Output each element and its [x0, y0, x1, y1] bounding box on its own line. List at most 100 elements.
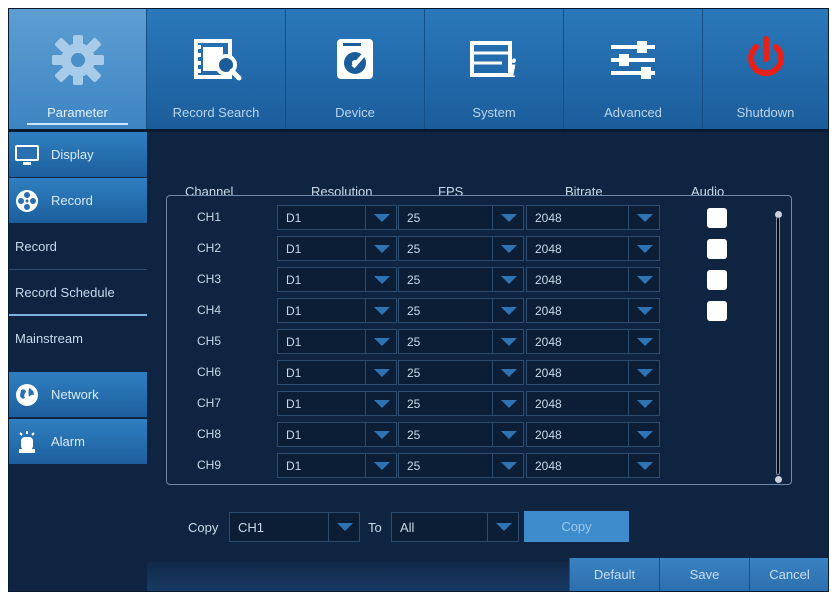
sidebar-item-display[interactable]: Display	[9, 132, 147, 178]
channel-cell: CH5	[197, 334, 222, 348]
chevron-down-icon	[628, 392, 659, 415]
resolution-select-value: D1	[286, 304, 302, 318]
chevron-down-icon	[492, 268, 523, 291]
chevron-down-icon	[365, 361, 396, 384]
disk-icon	[337, 39, 373, 79]
fps-select-value: 25	[407, 397, 421, 411]
copy-to-label: To	[368, 520, 382, 535]
nav-device[interactable]: Device	[286, 9, 425, 129]
chevron-down-icon	[628, 361, 659, 384]
resolution-select[interactable]: D1	[277, 267, 397, 292]
bitrate-select[interactable]: 2048	[526, 298, 660, 323]
channel-cell: CH3	[197, 272, 222, 286]
resolution-select[interactable]: D1	[277, 391, 397, 416]
sidebar-item-record[interactable]: Record	[9, 178, 147, 224]
scrollbar-thumb[interactable]	[776, 217, 780, 475]
bitrate-select[interactable]: 2048	[526, 453, 660, 478]
bitrate-select[interactable]: 2048	[526, 205, 660, 230]
chevron-down-icon	[365, 392, 396, 415]
resolution-select[interactable]: D1	[277, 236, 397, 261]
sidebar-subitem-label: Record	[15, 239, 57, 254]
resolution-select[interactable]: D1	[277, 453, 397, 478]
chevron-down-icon	[492, 392, 523, 415]
table-row: CH9 D1 25 2048	[167, 450, 791, 481]
sidebar-item-alarm[interactable]: Alarm	[9, 419, 147, 465]
chevron-down-icon	[365, 330, 396, 353]
resolution-select[interactable]: D1	[277, 205, 397, 230]
audio-checkbox[interactable]	[707, 270, 727, 290]
default-button[interactable]: Default	[569, 558, 659, 591]
nav-label: System	[472, 105, 516, 120]
resolution-select[interactable]: D1	[277, 422, 397, 447]
sidebar-item-label: Display	[51, 147, 94, 162]
copy-button[interactable]: Copy	[524, 511, 629, 542]
fps-select[interactable]: 25	[398, 391, 524, 416]
fps-select-value: 25	[407, 273, 421, 287]
channel-cell: CH1	[197, 210, 222, 224]
fps-select[interactable]: 25	[398, 236, 524, 261]
mainstream-panel: Channel Resolution FPS Bitrate Audio CH1…	[147, 132, 828, 591]
cancel-button[interactable]: Cancel	[749, 558, 828, 591]
bitrate-select-value: 2048	[535, 273, 562, 287]
copy-from-value: CH1	[238, 520, 265, 535]
fps-select[interactable]: 25	[398, 205, 524, 230]
alarm-light-icon	[19, 431, 35, 453]
nav-shutdown[interactable]: Shutdown	[703, 9, 828, 129]
table-row: CH3 D1 25 2048	[167, 264, 791, 295]
top-navigation: Parameter Record Search Device i System …	[9, 9, 828, 129]
globe-icon	[16, 384, 38, 406]
bitrate-select[interactable]: 2048	[526, 267, 660, 292]
sidebar-item-network[interactable]: Network	[9, 372, 147, 418]
fps-select[interactable]: 25	[398, 453, 524, 478]
chevron-down-icon	[328, 513, 359, 541]
audio-checkbox[interactable]	[707, 239, 727, 259]
bitrate-select[interactable]: 2048	[526, 236, 660, 261]
chevron-down-icon	[628, 237, 659, 260]
table-row: CH6 D1 25 2048	[167, 357, 791, 388]
sidebar-subitem-mainstream[interactable]: Mainstream	[9, 316, 147, 362]
fps-select[interactable]: 25	[398, 422, 524, 447]
chevron-down-icon	[365, 237, 396, 260]
chevron-down-icon	[492, 330, 523, 353]
film-reel-icon	[16, 190, 38, 212]
fps-select[interactable]: 25	[398, 360, 524, 385]
sidebar-subitem-record[interactable]: Record	[9, 224, 147, 270]
nav-label: Shutdown	[736, 105, 795, 120]
nav-label: Parameter	[47, 105, 108, 120]
save-button[interactable]: Save	[659, 558, 749, 591]
bitrate-select[interactable]: 2048	[526, 391, 660, 416]
audio-checkbox[interactable]	[707, 301, 727, 321]
channel-cell: CH4	[197, 303, 222, 317]
nav-parameter[interactable]: Parameter	[9, 9, 147, 129]
fps-select-value: 25	[407, 335, 421, 349]
bitrate-select[interactable]: 2048	[526, 422, 660, 447]
sidebar-subitem-label: Mainstream	[15, 331, 83, 346]
nav-record-search[interactable]: Record Search	[147, 9, 286, 129]
table-row: CH5 D1 25 2048	[167, 326, 791, 357]
fps-select[interactable]: 25	[398, 329, 524, 354]
nav-system[interactable]: i System	[425, 9, 564, 129]
chevron-down-icon	[628, 299, 659, 322]
vertical-scrollbar[interactable]	[775, 211, 782, 483]
sidebar-subitem-record-schedule[interactable]: Record Schedule	[9, 270, 147, 316]
fps-select[interactable]: 25	[398, 267, 524, 292]
chevron-down-icon	[487, 513, 518, 541]
copy-from-select[interactable]: CH1	[229, 512, 360, 542]
chevron-down-icon	[628, 454, 659, 477]
resolution-select-value: D1	[286, 366, 302, 380]
audio-checkbox[interactable]	[707, 208, 727, 228]
nav-active-indicator	[27, 123, 128, 125]
resolution-select[interactable]: D1	[277, 329, 397, 354]
bitrate-select[interactable]: 2048	[526, 329, 660, 354]
nav-advanced[interactable]: Advanced	[564, 9, 703, 129]
chevron-down-icon	[628, 423, 659, 446]
resolution-select[interactable]: D1	[277, 298, 397, 323]
fps-select[interactable]: 25	[398, 298, 524, 323]
bitrate-select-value: 2048	[535, 304, 562, 318]
fps-select-value: 25	[407, 304, 421, 318]
bitrate-select[interactable]: 2048	[526, 360, 660, 385]
resolution-select[interactable]: D1	[277, 360, 397, 385]
copy-to-select[interactable]: All	[391, 512, 519, 542]
bitrate-select-value: 2048	[535, 366, 562, 380]
fps-select-value: 25	[407, 366, 421, 380]
